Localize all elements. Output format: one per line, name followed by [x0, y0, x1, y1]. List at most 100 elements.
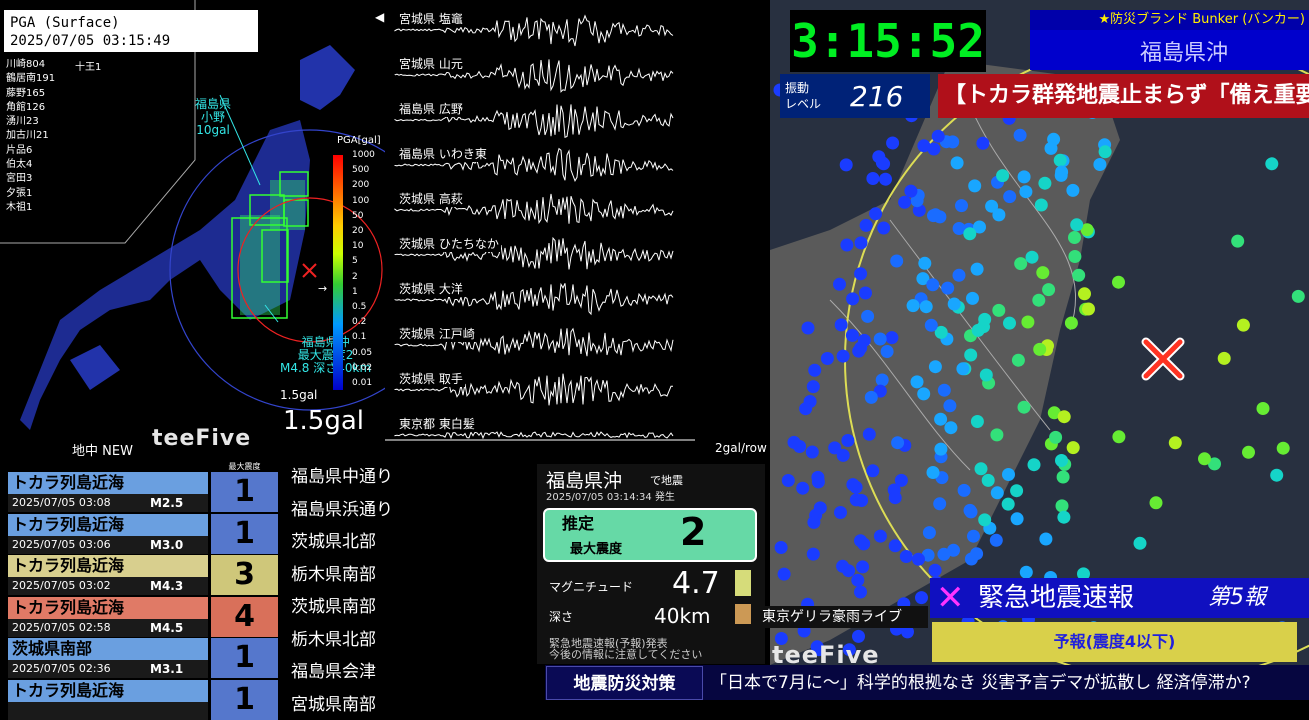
- station-intensity-dot: [787, 435, 801, 449]
- station-intensity-dot: [873, 332, 887, 346]
- collapse-arrow-icon[interactable]: ◀: [375, 10, 384, 24]
- station-intensity-dot: [964, 348, 978, 362]
- station-intensity-dot: [1066, 183, 1080, 197]
- station-intensity-dot: [917, 387, 931, 401]
- station-intensity-dot: [839, 158, 853, 172]
- news-headline: 【トカラ群発地震止まらず「備え重要」】: [938, 74, 1309, 118]
- station-intensity-dot: [1168, 436, 1182, 450]
- station-intensity-dot: [891, 436, 905, 450]
- estimate-intensity: 2: [680, 510, 707, 554]
- station-intensity-dot: [1019, 185, 1033, 199]
- station-intensity-dot: [840, 238, 854, 252]
- station-intensity-dot: [934, 412, 948, 426]
- wave-station-label: 茨城県 江戸崎: [397, 325, 477, 342]
- station-intensity-dot: [1078, 287, 1091, 301]
- station-intensity-dot: [1066, 441, 1080, 455]
- list-item: 藤野165: [6, 87, 46, 99]
- legend-tick: 0.5: [352, 302, 367, 312]
- guerrilla-live-link[interactable]: 東京ゲリラ豪雨ライブ: [762, 606, 928, 628]
- history-row[interactable]: トカラ列島近海 2025/07/05 03:02 M4.3 3: [8, 555, 278, 595]
- station-intensity-dot: [1002, 468, 1015, 481]
- station-intensity-dot: [1017, 400, 1031, 414]
- station-intensity-dot: [941, 281, 955, 295]
- station-intensity-dot: [807, 515, 821, 529]
- magnitude-value: 4.7: [672, 566, 720, 601]
- legend-tick: 2: [352, 271, 358, 282]
- station-intensity-dot: [1072, 268, 1086, 282]
- station-intensity-dot: [781, 474, 795, 487]
- list-item: 片品6: [6, 144, 33, 156]
- legend-tick: 500: [352, 165, 370, 176]
- station-intensity-dot: [1014, 257, 1028, 271]
- legend-tick: 20: [352, 226, 364, 236]
- history-row[interactable]: トカラ列島近海 2025/07/05 02:58 M4.5 4: [8, 596, 278, 637]
- station-intensity-dot: [834, 506, 847, 519]
- station-list: 川崎804 鶴居南191 藤野165 角館126 湧川23 加古川21 片品6 …: [6, 58, 55, 215]
- station-intensity-dot: [854, 585, 867, 599]
- station-intensity-dot: [1021, 315, 1035, 329]
- station-intensity-dot: [990, 428, 1004, 442]
- ticker-text: 「日本で7月に～」科学的根拠なき 災害予言デマが拡散し 経済停滞か?: [710, 673, 1251, 693]
- event-note: 今後の情報に注意してください: [549, 648, 703, 661]
- prefecture-item: 茨城県北部: [291, 532, 376, 552]
- eew-report-number: 第5報: [1208, 585, 1266, 610]
- station-intensity-dot: [856, 560, 870, 574]
- list-item: 伯太4: [6, 159, 33, 171]
- sponsor-banner: ★防災ブランド Bunker (バンカー): [1030, 10, 1309, 30]
- station-intensity-dot: [989, 533, 1003, 547]
- legend-tick: 0.1: [352, 332, 367, 343]
- eew-title: 緊急地震速報: [978, 583, 1135, 613]
- history-region: トカラ列島近海: [8, 513, 208, 536]
- legend-tick: 1000: [352, 150, 375, 160]
- history-intensity: 4: [211, 596, 278, 637]
- station-intensity-dot: [933, 497, 947, 511]
- vibration-label-line2: レベル: [785, 97, 822, 111]
- pga-legend-title: PGA[gal]: [337, 135, 381, 146]
- legend-tick: 50: [352, 210, 364, 221]
- vibration-value: 216: [850, 80, 904, 113]
- prefecture-item: 宮城県南部: [291, 694, 376, 715]
- station-intensity-dot: [990, 486, 1004, 500]
- estimate-label-sub: 最大震度: [570, 542, 623, 557]
- station-intensity-dot: [1032, 293, 1046, 307]
- station-intensity-dot: [836, 349, 850, 363]
- station-intensity-dot: [937, 383, 951, 397]
- station-intensity-dot: [864, 390, 878, 404]
- station-intensity-dot: [1044, 141, 1058, 155]
- station-intensity-dot: [1256, 402, 1270, 415]
- station-intensity-dot: [799, 402, 813, 416]
- brand-logo: teeFive: [152, 426, 252, 451]
- waveform-trace: [394, 431, 674, 440]
- intensity-header: 最大震度: [228, 462, 261, 471]
- legend-tick: 0.2: [352, 317, 367, 328]
- legend-tick: 200: [352, 180, 370, 191]
- station-intensity-dot: [918, 256, 932, 270]
- station-intensity-dot: [915, 591, 928, 605]
- station-intensity-dot: [947, 297, 961, 311]
- station-intensity-dot: [806, 380, 820, 394]
- pga-color-scale: [333, 155, 343, 390]
- station-intensity-dot: [857, 537, 871, 551]
- station-intensity-dot: [910, 375, 924, 389]
- legend-tick: 5: [352, 256, 358, 267]
- legend-tick: 0.02: [352, 362, 373, 373]
- station-intensity-dot: [926, 278, 940, 292]
- history-row[interactable]: トカラ列島近海 2025/07/05 03:06 M3.0 1: [8, 513, 278, 554]
- station-intensity-dot: [859, 218, 873, 232]
- history-intensity: 1: [211, 513, 278, 554]
- station-intensity-dot: [813, 501, 827, 515]
- station-intensity-dot: [1003, 190, 1017, 204]
- ticker-tag: 地震防災対策: [546, 666, 703, 700]
- station-intensity-dot: [1025, 250, 1039, 264]
- prefecture-item: 福島県浜通り: [291, 499, 393, 520]
- history-row[interactable]: 茨城県南部 2025/07/05 02:36 M3.1 1: [8, 638, 278, 678]
- station-intensity-dot: [828, 441, 842, 455]
- station-intensity-dot: [1217, 351, 1231, 365]
- history-magnitude: M4.3: [150, 579, 184, 593]
- legend-tick: 100: [352, 195, 370, 206]
- history-magnitude: M3.1: [150, 662, 184, 676]
- station-intensity-dot: [966, 291, 979, 305]
- svg-text:→: →: [318, 282, 327, 295]
- history-row[interactable]: トカラ列島近海 2025/07/05 03:08 M2.5 1: [8, 472, 278, 512]
- station-intensity-dot: [1270, 468, 1284, 482]
